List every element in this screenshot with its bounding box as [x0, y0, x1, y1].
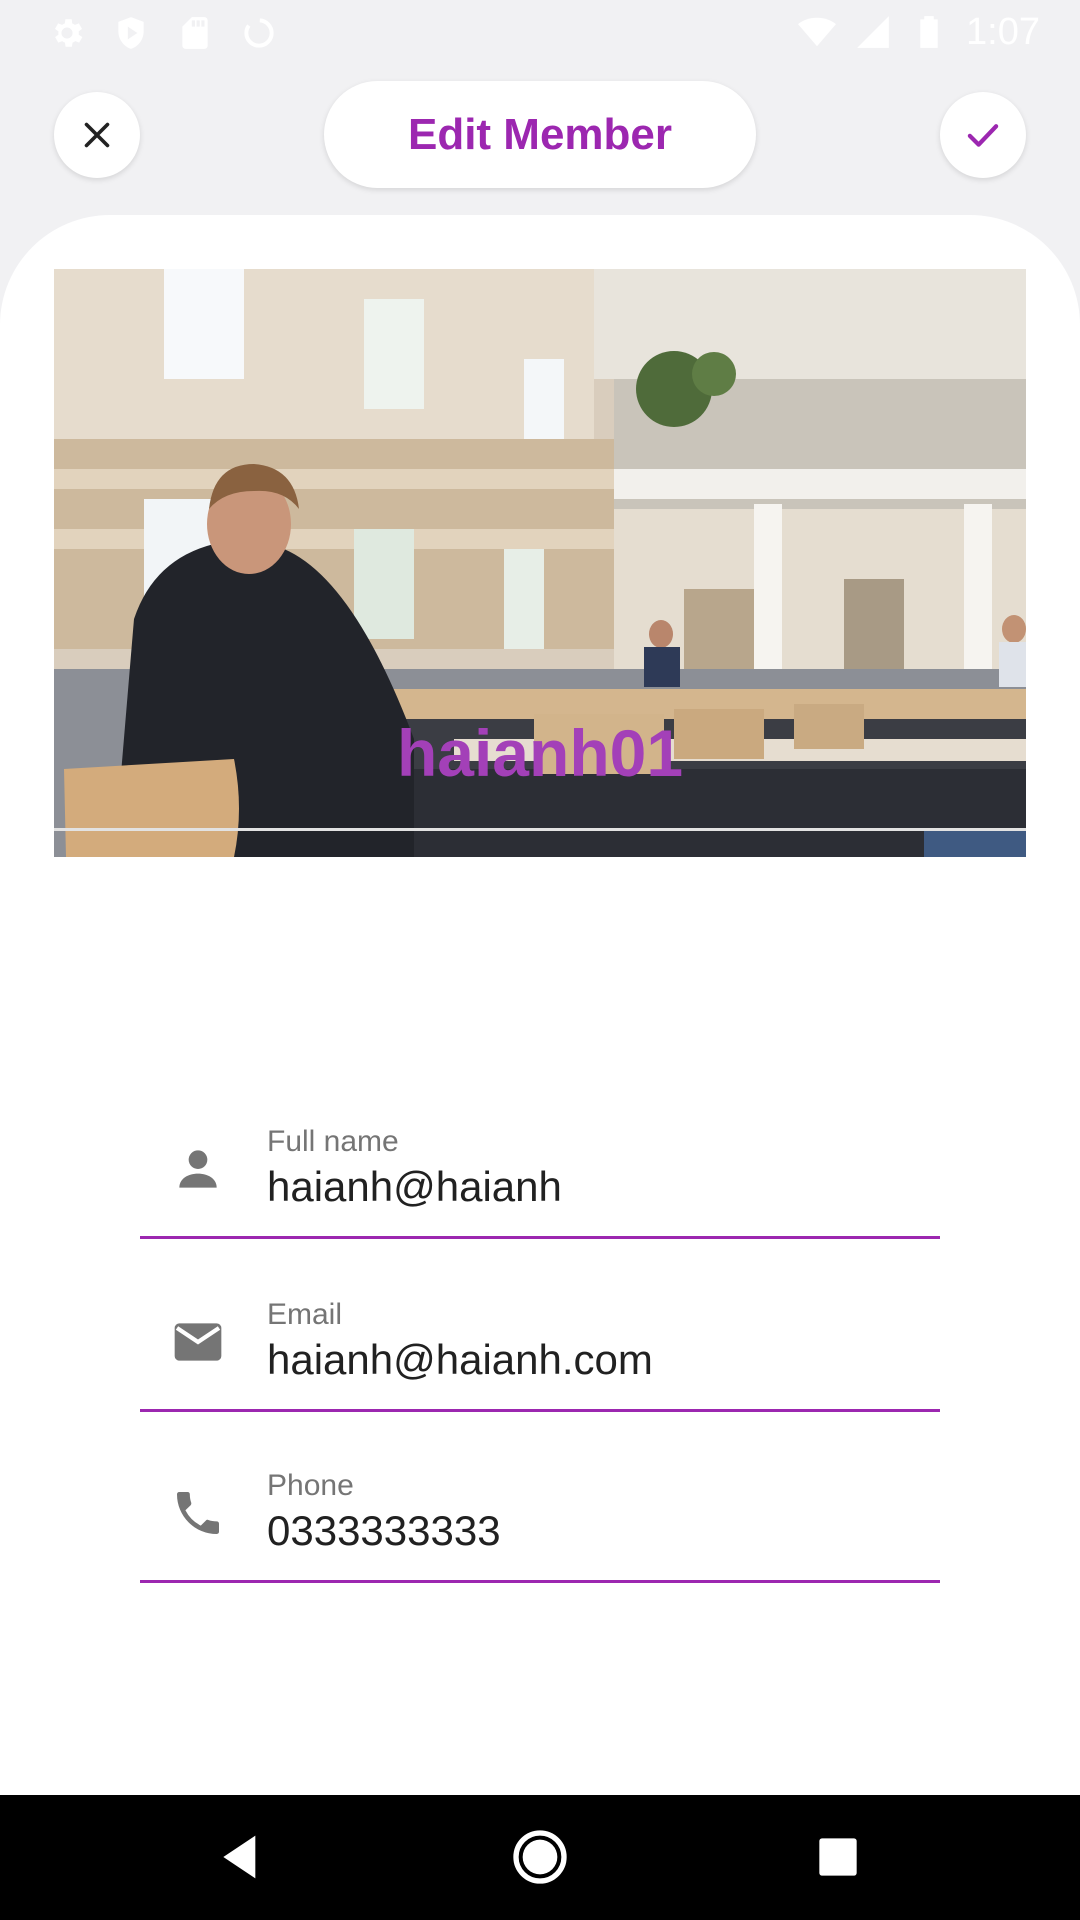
page-title: Edit Member: [324, 81, 756, 188]
status-right-icons: 1:07: [798, 10, 1040, 54]
shield-icon: [118, 17, 144, 49]
email-field[interactable]: Email haianh@haianh.com: [140, 1270, 940, 1412]
phone-label: Phone: [267, 1469, 354, 1502]
recents-icon[interactable]: [806, 1825, 870, 1889]
wifi-icon: [798, 17, 837, 47]
home-icon[interactable]: [508, 1825, 572, 1889]
sd-card-icon: [182, 17, 208, 49]
status-time: 1:07: [966, 11, 1040, 53]
person-icon: [179, 1150, 217, 1188]
close-button[interactable]: [54, 92, 140, 178]
back-icon[interactable]: [210, 1825, 274, 1889]
phone-icon: [177, 1492, 219, 1534]
battery-icon: [920, 16, 938, 48]
full-name-field[interactable]: Full name haianh@haianh: [140, 1097, 940, 1239]
email-label: Email: [267, 1298, 343, 1331]
check-icon: [967, 124, 999, 147]
close-icon: [84, 122, 110, 148]
settings-icon: [54, 19, 83, 47]
navigation-bar: [0, 1795, 1080, 1920]
member-username: haianh01: [396, 716, 684, 790]
status-bar: 1:07: [0, 0, 1080, 64]
full-name-label: Full name: [267, 1125, 399, 1158]
save-button[interactable]: [940, 92, 1026, 178]
full-name-input[interactable]: haianh@haianh: [267, 1163, 562, 1211]
sync-icon: [244, 18, 274, 48]
status-left-icons: [48, 14, 278, 52]
email-input[interactable]: haianh@haianh.com: [267, 1336, 653, 1384]
divider: [54, 828, 1026, 831]
phone-field[interactable]: Phone 0333333333: [140, 1441, 940, 1583]
mail-icon: [174, 1323, 222, 1361]
signal-icon: [857, 16, 889, 48]
phone-input[interactable]: 0333333333: [267, 1507, 501, 1555]
